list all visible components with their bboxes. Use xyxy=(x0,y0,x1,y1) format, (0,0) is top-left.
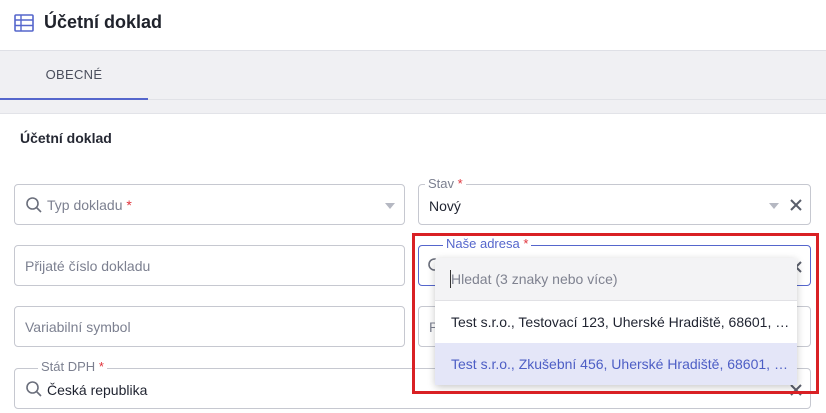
annotation-highlight-box xyxy=(412,233,819,394)
search-icon xyxy=(26,381,42,397)
page-title: Účetní doklad xyxy=(44,12,163,32)
stav-select[interactable]: Nový xyxy=(418,184,811,225)
stav-label: Stav * xyxy=(425,177,466,191)
typ-dokladu-placeholder: Typ dokladu * xyxy=(47,197,132,213)
variabilni-symbol-placeholder: Variabilní symbol xyxy=(25,319,131,335)
tab-obecne[interactable]: OBECNÉ xyxy=(0,52,148,100)
section-title: Účetní doklad xyxy=(20,130,112,146)
prijate-cislo-input[interactable]: Přijaté číslo dokladu xyxy=(14,245,405,286)
chevron-down-icon[interactable] xyxy=(769,203,779,209)
stav-value: Nový xyxy=(429,198,461,214)
stat-dph-value: Česká republika xyxy=(47,382,148,398)
table-icon xyxy=(14,14,34,32)
tab-bar: OBECNÉ xyxy=(0,52,826,100)
chevron-down-icon[interactable] xyxy=(385,203,395,209)
variabilni-symbol-input[interactable]: Variabilní symbol xyxy=(14,306,405,347)
stat-dph-label: Stát DPH * xyxy=(38,360,107,374)
typ-dokladu-select[interactable]: Typ dokladu * xyxy=(14,184,405,225)
close-icon[interactable] xyxy=(790,199,802,211)
prijate-cislo-placeholder: Přijaté číslo dokladu xyxy=(25,258,151,274)
search-icon xyxy=(26,197,42,213)
page-header: Účetní doklad xyxy=(0,0,826,51)
